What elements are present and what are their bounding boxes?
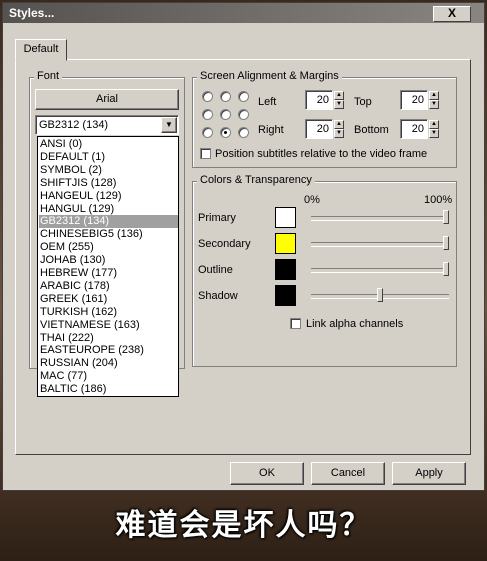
right-margin-label: Right xyxy=(258,124,284,136)
align-bottom-left-radio[interactable] xyxy=(202,127,213,138)
charset-option[interactable]: MAC (77) xyxy=(39,370,178,383)
bottom-margin-label: Bottom xyxy=(354,124,389,136)
color-swatch-primary[interactable] xyxy=(275,207,296,228)
close-icon: X xyxy=(447,6,456,20)
charset-option[interactable]: VIETNAMESE (163) xyxy=(39,319,178,332)
window-title: Styles... xyxy=(9,6,55,20)
charset-option[interactable]: CHINESEBIG5 (136) xyxy=(39,228,178,241)
charset-option[interactable]: HANGEUL (129) xyxy=(39,190,178,203)
video-subtitle-text: 难道会是坏人吗？ xyxy=(115,508,372,543)
tab-default[interactable]: Default xyxy=(15,39,67,61)
spin-down-icon[interactable]: ▼ xyxy=(429,129,439,138)
charset-select[interactable]: GB2312 (134) ▼ xyxy=(35,115,179,135)
color-label-outline: Outline xyxy=(198,264,233,276)
alpha-slider-thumb[interactable] xyxy=(443,236,449,250)
spin-up-icon[interactable]: ▲ xyxy=(334,91,344,100)
font-group-label: Font xyxy=(34,70,63,82)
color-label-shadow: Shadow xyxy=(198,290,238,302)
align-middle-left-radio[interactable] xyxy=(202,109,213,120)
color-label-primary: Primary xyxy=(198,212,236,224)
color-swatch-shadow[interactable] xyxy=(275,285,296,306)
align-bottom-right-radio[interactable] xyxy=(238,127,249,138)
spin-up-icon[interactable]: ▲ xyxy=(429,91,439,100)
chevron-down-icon: ▼ xyxy=(165,120,173,129)
close-button[interactable]: X xyxy=(433,6,471,22)
charset-option[interactable]: SYMBOL (2) xyxy=(39,164,178,177)
colors-group-label: Colors & Transparency xyxy=(197,174,315,186)
position-relative-label: Position subtitles relative to the video… xyxy=(215,148,428,160)
charset-option[interactable]: BALTIC (186) xyxy=(39,383,178,396)
spin-up-icon[interactable]: ▲ xyxy=(334,120,344,129)
charset-option[interactable]: EASTEUROPE (238) xyxy=(39,344,178,357)
spin-down-icon[interactable]: ▼ xyxy=(429,100,439,109)
alpha-max-label: 100% xyxy=(424,194,453,206)
left-margin-input[interactable]: 20 xyxy=(305,90,333,110)
align-bottom-center-radio[interactable] xyxy=(220,127,231,138)
alpha-min-label: 0% xyxy=(304,194,320,206)
dropdown-button[interactable]: ▼ xyxy=(161,117,177,133)
color-swatch-secondary[interactable] xyxy=(275,233,296,254)
charset-option[interactable]: OEM (255) xyxy=(39,241,178,254)
left-margin-label: Left xyxy=(258,96,277,108)
left-margin-spinner[interactable]: ▲ ▼ xyxy=(334,91,344,109)
top-margin-label: Top xyxy=(354,96,372,108)
right-margin-spinner[interactable]: ▲ ▼ xyxy=(334,120,344,138)
charset-option[interactable]: DEFAULT (1) xyxy=(39,151,178,164)
charset-option[interactable]: SHIFTJIS (128) xyxy=(39,177,178,190)
spin-up-icon[interactable]: ▲ xyxy=(429,120,439,129)
spin-down-icon[interactable]: ▼ xyxy=(334,129,344,138)
styles-dialog: Styles... X Default Font Arial GB2312 (1… xyxy=(2,2,485,491)
alpha-slider-thumb[interactable] xyxy=(443,262,449,276)
title-bar[interactable]: Styles... X xyxy=(3,3,484,23)
alpha-slider-thumb[interactable] xyxy=(443,210,449,224)
charset-option[interactable]: RUSSIAN (204) xyxy=(39,357,178,370)
top-margin-spinner[interactable]: ▲ ▼ xyxy=(429,91,439,109)
spin-down-icon[interactable]: ▼ xyxy=(334,100,344,109)
alpha-slider-track[interactable] xyxy=(311,242,449,247)
position-relative-checkbox[interactable] xyxy=(200,148,211,159)
align-middle-center-radio[interactable] xyxy=(220,109,231,120)
charset-option[interactable]: HEBREW (177) xyxy=(39,267,178,280)
charset-option[interactable]: ARABIC (178) xyxy=(39,280,178,293)
align-middle-right-radio[interactable] xyxy=(238,109,249,120)
align-top-center-radio[interactable] xyxy=(220,91,231,102)
charset-option[interactable]: JOHAB (130) xyxy=(39,254,178,267)
charset-option[interactable]: THAI (222) xyxy=(39,332,178,345)
charset-option[interactable]: ANSI (0) xyxy=(39,138,178,151)
bottom-margin-input[interactable]: 20 xyxy=(400,119,428,139)
alpha-slider-track[interactable] xyxy=(311,216,449,221)
align-top-right-radio[interactable] xyxy=(238,91,249,102)
bottom-margin-spinner[interactable]: ▲ ▼ xyxy=(429,120,439,138)
link-alpha-checkbox[interactable] xyxy=(290,318,301,329)
apply-button[interactable]: Apply xyxy=(392,462,466,485)
right-margin-input[interactable]: 20 xyxy=(305,119,333,139)
charset-option[interactable]: TURKISH (162) xyxy=(39,306,178,319)
cancel-button[interactable]: Cancel xyxy=(311,462,385,485)
ok-button[interactable]: OK xyxy=(230,462,304,485)
alignment-group-label: Screen Alignment & Margins xyxy=(197,70,342,82)
charset-dropdown-list[interactable]: ANSI (0) DEFAULT (1) SYMBOL (2) SHIFTJIS (1… xyxy=(37,136,179,397)
alpha-slider-thumb[interactable] xyxy=(377,288,383,302)
color-swatch-outline[interactable] xyxy=(275,259,296,280)
link-alpha-label: Link alpha channels xyxy=(306,318,404,330)
charset-option[interactable]: HANGUL (129) xyxy=(39,203,178,216)
top-margin-input[interactable]: 20 xyxy=(400,90,428,110)
font-button[interactable]: Arial xyxy=(35,89,179,110)
color-label-secondary: Secondary xyxy=(198,238,251,250)
charset-option[interactable]: GB2312 (134) xyxy=(39,215,178,229)
charset-selected-value: GB2312 (134) xyxy=(39,119,109,131)
alpha-slider-track[interactable] xyxy=(311,268,449,273)
align-top-left-radio[interactable] xyxy=(202,91,213,102)
charset-option[interactable]: GREEK (161) xyxy=(39,293,178,306)
